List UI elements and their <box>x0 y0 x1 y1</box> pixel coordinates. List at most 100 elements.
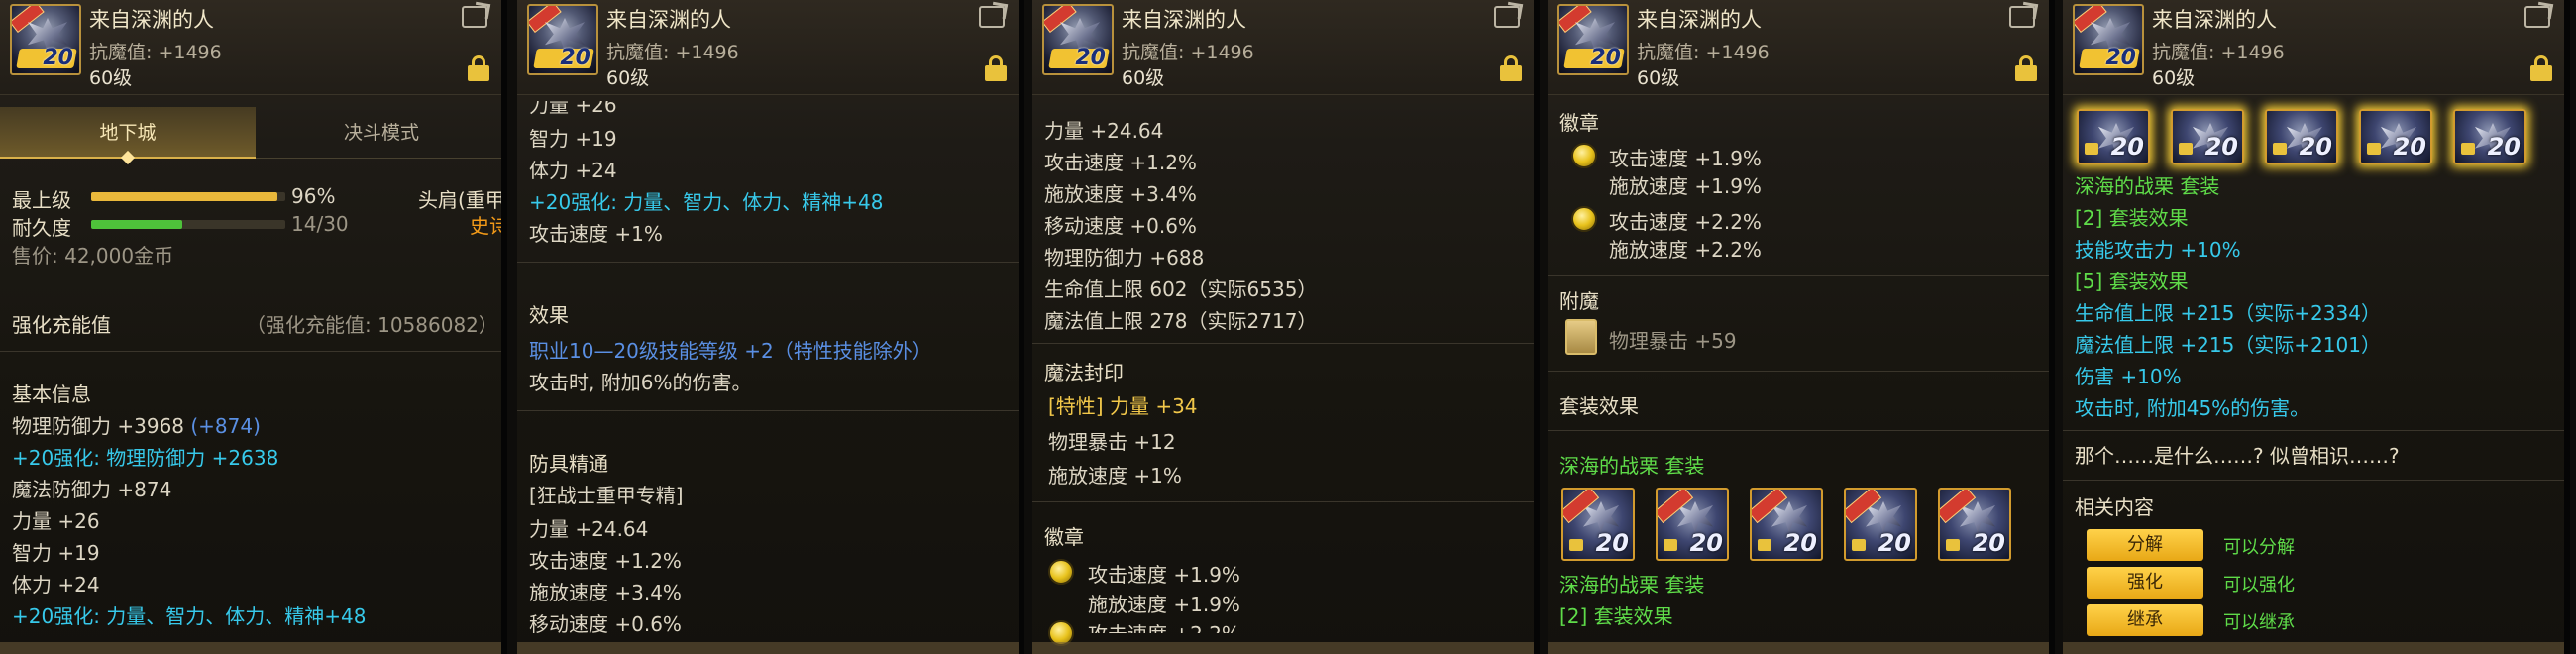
stat-int: 智力 +19 <box>529 127 617 151</box>
lock-icon[interactable] <box>1500 55 1522 81</box>
disassemble-button[interactable]: 分解 <box>2087 529 2203 561</box>
stat-vit: 体力 +24 <box>12 573 100 597</box>
emblem-title: 徽章 <box>1044 525 1084 549</box>
mastery-move: 移动速度 +0.6% <box>1044 214 1197 238</box>
lock-icon[interactable] <box>2530 55 2552 81</box>
tooltip-panel-5: 20 来自深渊的人 抗魔值: +1496 60级 20 20 20 20 20 … <box>2063 0 2570 654</box>
inherit-button[interactable]: 继承 <box>2087 604 2203 636</box>
rarity-label: 史诗 <box>470 214 507 238</box>
grade-value: 96% <box>291 184 336 208</box>
set-2-effect: [2] 套装效果 <box>1559 604 1673 628</box>
lock-icon[interactable] <box>985 55 1007 81</box>
set-item-icon-5[interactable]: 20 <box>2453 109 2526 164</box>
set-item-icon-4[interactable]: 20 <box>1844 488 1917 561</box>
grade-label: 最上级 <box>12 188 71 212</box>
set-2-effect: 技能攻击力 +10% <box>2075 238 2241 262</box>
mode-tabs: 地下城 决斗模式 <box>0 107 501 159</box>
reinforce-note: 可以强化 <box>2223 575 2295 596</box>
tooltip-panel-1: 20 来自深渊的人 抗魔值: +1496 60级 地下城 决斗模式 最上级 96… <box>0 0 507 654</box>
set-name-2: 深海的战栗 套装 <box>1559 569 1704 598</box>
abyss-armor-item-icon: 20 <box>10 4 81 75</box>
durability-label: 耐久度 <box>12 216 71 240</box>
enh-phys-def: +20强化: 物理防御力 +2638 <box>12 446 279 470</box>
item-name: 来自深渊的人 <box>1637 8 1762 32</box>
set-item-icon-3[interactable]: 20 <box>1750 488 1823 561</box>
flavor-text: 那个……是什么……? 似曾相识……? <box>2075 444 2400 468</box>
phys-def: 物理防御力 +3968 (+874) <box>12 410 261 439</box>
abyss-armor-item-icon: 20 <box>1042 4 1114 75</box>
set-name-text: 深海的战栗 <box>1559 454 1659 478</box>
tooltip-panel-4: 20 来自深渊的人 抗魔值: +1496 60级 徽章 攻击速度 +1.9% 施… <box>1548 0 2055 654</box>
mastery-str: 力量 +24.64 <box>1044 119 1164 143</box>
item-header: 20 来自深渊的人 抗魔值: +1496 60级 <box>1548 0 2049 95</box>
phys-def-value: 物理防御力 +3968 <box>12 414 185 438</box>
mastery-cast: 施放速度 +3.4% <box>1044 182 1197 206</box>
abyss-armor-item-icon: 20 <box>527 4 598 75</box>
share-icon[interactable] <box>462 6 487 28</box>
item-resistance: 抗魔值: +1496 <box>89 42 222 63</box>
mastery-str: 力量 +24.64 <box>529 517 649 541</box>
item-level: 60级 <box>1637 67 1680 89</box>
item-header: 20 来自深渊的人 抗魔值: +1496 60级 <box>2063 0 2564 95</box>
seal-1-text: [特性] 力量 +34 <box>1048 394 1198 418</box>
set-item-icon-2[interactable]: 20 <box>1656 488 1729 561</box>
reinforce-button[interactable]: 强化 <box>2087 567 2203 599</box>
set-effect-title: 套装效果 <box>1559 394 1639 418</box>
mastery-title: 防具精通 <box>529 452 608 476</box>
stat-str-cut: 力量 +26 <box>529 93 617 117</box>
set-5-mp: 魔法值上限 +215（实际+2101） <box>2075 333 2381 357</box>
medal-icon <box>1048 559 1074 585</box>
set-item-icon-3[interactable]: 20 <box>2265 109 2338 164</box>
set-name: 深海的战栗 套装 <box>2075 170 2219 199</box>
stat-str: 力量 +26 <box>12 509 100 533</box>
set-5-dmg: 伤害 +10% <box>2075 365 2182 388</box>
set-item-icon-1[interactable]: 20 <box>2077 109 2150 164</box>
phys-def-bonus: (+874) <box>190 414 261 438</box>
item-resistance: 抗魔值: +1496 <box>606 42 739 63</box>
item-resistance: 抗魔值: +1496 <box>1122 42 1254 63</box>
mastery-hp: 生命值上限 602（实际6535） <box>1044 277 1318 301</box>
atk-speed: 攻击速度 +1% <box>529 222 663 246</box>
item-name: 来自深渊的人 <box>606 8 731 32</box>
share-icon[interactable] <box>2009 6 2035 28</box>
set-item-icon-2[interactable]: 20 <box>2171 109 2244 164</box>
set-tag: 套装 <box>1664 573 1705 597</box>
share-icon[interactable] <box>1494 6 1520 28</box>
item-level: 60级 <box>2152 67 2196 89</box>
emblem-1-atk: 攻击速度 +1.9% <box>1609 147 1762 170</box>
set-tag: 套装 <box>1664 454 1705 478</box>
medal-icon <box>1571 143 1597 168</box>
mastery-move: 移动速度 +0.6% <box>529 612 682 636</box>
set-item-icon-5[interactable]: 20 <box>1938 488 2011 561</box>
set-name-text: 深海的战栗 <box>1559 573 1659 597</box>
seal-3: 施放速度 +1% <box>1048 464 1182 488</box>
enh-stats: +20强化: 力量、智力、体力、精神+48 <box>529 190 884 214</box>
medal-icon <box>1571 206 1597 232</box>
share-icon[interactable] <box>2524 6 2550 28</box>
set-tag: 套装 <box>2180 174 2220 198</box>
related-title: 相关内容 <box>2075 495 2154 519</box>
share-icon[interactable] <box>979 6 1005 28</box>
lock-icon[interactable] <box>468 55 489 81</box>
item-name: 来自深渊的人 <box>1122 8 1246 32</box>
disassemble-note: 可以分解 <box>2223 537 2295 558</box>
item-level: 60级 <box>1122 67 1165 89</box>
emblem-1-atk: 攻击速度 +1.9% <box>1088 563 1240 587</box>
set-5-hp: 生命值上限 +215（实际+2334） <box>2075 301 2381 325</box>
inherit-note: 可以继承 <box>2223 612 2295 633</box>
emblem-title: 徽章 <box>1559 111 1599 135</box>
tooltip-panel-2: 20 来自深渊的人 抗魔值: +1496 60级 力量 +26 智力 +19 体… <box>517 0 1024 654</box>
tab-duel[interactable]: 决斗模式 <box>256 107 501 159</box>
stat-int: 智力 +19 <box>12 541 100 565</box>
effect-title: 效果 <box>529 303 569 327</box>
tab-dungeon[interactable]: 地下城 <box>0 107 256 159</box>
set-item-icon-1[interactable]: 20 <box>1561 488 1635 561</box>
abyss-armor-item-icon: 20 <box>1557 4 1629 75</box>
item-header: 20 来自深渊的人 抗魔值: +1496 60级 <box>517 0 1019 95</box>
set-item-icon-4[interactable]: 20 <box>2359 109 2432 164</box>
set-5-title: [5] 套装效果 <box>2075 270 2189 293</box>
enchant-value: 物理暴击 +59 <box>1609 329 1737 353</box>
emblem-1-cast: 施放速度 +1.9% <box>1609 174 1762 198</box>
abyss-armor-item-icon: 20 <box>2073 4 2144 75</box>
lock-icon[interactable] <box>2015 55 2037 81</box>
